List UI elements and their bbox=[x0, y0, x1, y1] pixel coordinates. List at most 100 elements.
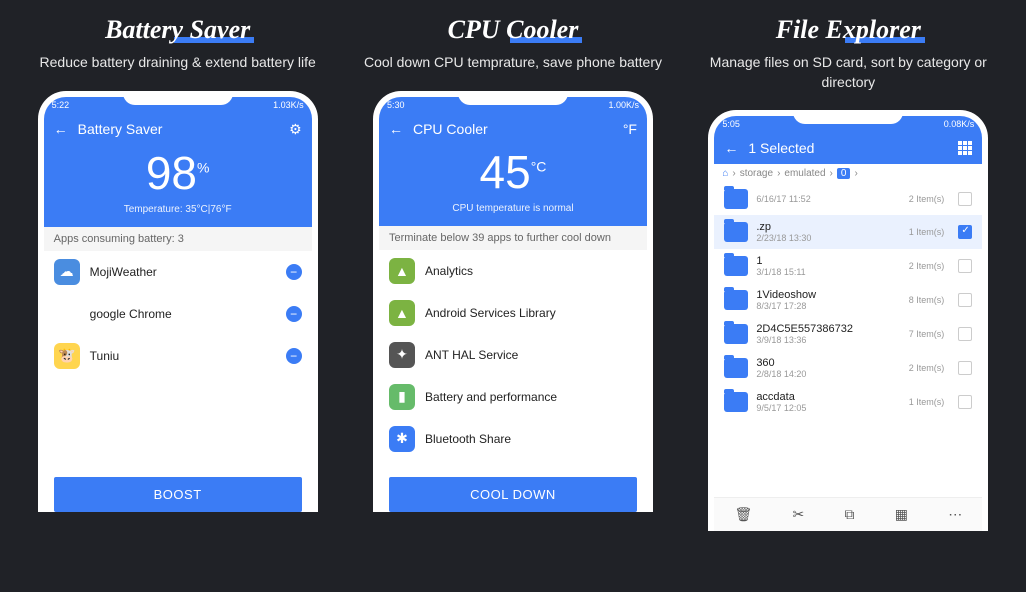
panel-title: CPU Cooler bbox=[448, 15, 579, 45]
app-name: google Chrome bbox=[90, 307, 276, 321]
app-icon: ✱ bbox=[389, 426, 415, 452]
file-row[interactable]: 2D4C5E5573867323/9/18 13:36 7 Item(s) bbox=[714, 317, 982, 351]
panel-subtitle: Reduce battery draining & extend battery… bbox=[18, 53, 338, 73]
file-row[interactable]: 6/16/17 11:522 Item(s) bbox=[714, 183, 982, 215]
unit-toggle[interactable]: °F bbox=[623, 121, 637, 137]
section-label: Apps consuming battery: 3 bbox=[44, 227, 312, 251]
crumb-sep: › bbox=[854, 168, 857, 179]
file-row[interactable]: 1Videoshow8/3/17 17:288 Item(s) bbox=[714, 283, 982, 317]
file-row[interactable]: 3602/8/18 14:202 Item(s) bbox=[714, 351, 982, 385]
crumb[interactable]: storage bbox=[740, 168, 773, 179]
home-icon[interactable]: ⌂ bbox=[722, 168, 728, 179]
file-name: 1 bbox=[756, 255, 900, 267]
file-meta: 13/1/18 15:11 bbox=[756, 255, 900, 277]
panel-title: File Explorer bbox=[776, 15, 921, 45]
checkbox[interactable] bbox=[958, 327, 972, 341]
app-list: ☁MojiWeather−◉google Chrome−🐮Tuniu− bbox=[44, 251, 312, 377]
app-row[interactable]: ✱ Bluetooth Share bbox=[379, 418, 647, 460]
checkbox[interactable] bbox=[958, 395, 972, 409]
file-date: 9/5/17 12:05 bbox=[756, 403, 900, 413]
app-row[interactable]: ▲Android Services Library bbox=[379, 292, 647, 334]
back-icon[interactable]: ← bbox=[389, 121, 403, 137]
screen-title: 1 Selected bbox=[748, 140, 948, 156]
hero: ← 1 Selected bbox=[714, 132, 982, 164]
folder-icon bbox=[724, 324, 748, 344]
boost-button[interactable]: BOOST bbox=[54, 477, 302, 512]
paste-icon[interactable]: ▦ bbox=[895, 506, 908, 523]
grid-view-icon[interactable] bbox=[958, 141, 972, 155]
app-name: ANT HAL Service bbox=[425, 348, 637, 362]
app-name: Battery and performance bbox=[425, 390, 637, 404]
app-row[interactable]: ▲Analytics bbox=[379, 250, 647, 292]
gear-icon[interactable]: ⚙ bbox=[289, 121, 302, 138]
panel-subtitle: Manage files on SD card, sort by categor… bbox=[688, 53, 1008, 92]
app-name: Bluetooth Share bbox=[425, 432, 637, 446]
battery-saver-panel: Battery Saver Reduce battery draining & … bbox=[18, 15, 338, 512]
file-date: 3/9/18 13:36 bbox=[756, 335, 900, 345]
file-name: .zp bbox=[756, 221, 900, 233]
app-icon: ▮ bbox=[389, 384, 415, 410]
file-row[interactable]: .zp2/23/18 13:30 1 Item(s) bbox=[714, 215, 982, 249]
crumb[interactable]: emulated bbox=[784, 168, 825, 179]
cpu-temp: 45°C bbox=[389, 145, 637, 199]
file-count: 1 Item(s) bbox=[909, 227, 945, 237]
crumb-sep: › bbox=[732, 168, 735, 179]
file-row[interactable]: 13/1/18 15:112 Item(s) bbox=[714, 249, 982, 283]
checkbox[interactable] bbox=[958, 293, 972, 307]
screen: 5:22 1.03K/s ← Battery Saver ⚙ 98% Tempe… bbox=[44, 97, 312, 512]
checkbox[interactable] bbox=[958, 361, 972, 375]
back-icon[interactable]: ← bbox=[54, 121, 68, 137]
phone-frame: 5:05 0.08K/s ← 1 Selected ⌂ › storage › … bbox=[708, 110, 988, 531]
file-count: 7 Item(s) bbox=[909, 329, 945, 339]
crumb-current[interactable]: 0 bbox=[837, 168, 851, 179]
checkbox[interactable] bbox=[958, 225, 972, 239]
bottom-toolbar: 🗑 ✂ ⧉ ▦ ⋯ bbox=[714, 497, 982, 531]
app-row[interactable]: ▮ Battery and performance bbox=[379, 376, 647, 418]
remove-icon[interactable]: − bbox=[286, 348, 302, 364]
breadcrumb[interactable]: ⌂ › storage › emulated › 0 › bbox=[714, 164, 982, 183]
more-icon[interactable]: ⋯ bbox=[948, 506, 962, 523]
checkbox[interactable] bbox=[958, 192, 972, 206]
status-time: 5:30 bbox=[387, 100, 405, 110]
folder-icon bbox=[724, 222, 748, 242]
app-name: Tuniu bbox=[90, 349, 276, 363]
file-meta: 6/16/17 11:52 bbox=[756, 194, 900, 204]
screen-title: CPU Cooler bbox=[413, 121, 613, 137]
file-date: 6/16/17 11:52 bbox=[756, 194, 900, 204]
app-icon: 🐮 bbox=[54, 343, 80, 369]
status-right: 0.08K/s bbox=[944, 119, 975, 129]
app-row[interactable]: ✦ANT HAL Service bbox=[379, 334, 647, 376]
folder-icon bbox=[724, 358, 748, 378]
file-count: 1 Item(s) bbox=[909, 397, 945, 407]
app-row[interactable]: ◉google Chrome− bbox=[44, 293, 312, 335]
copy-icon[interactable]: ⧉ bbox=[844, 506, 854, 523]
file-list: 6/16/17 11:522 Item(s) .zp2/23/18 13:30 1 … bbox=[714, 183, 982, 419]
notch bbox=[123, 91, 233, 105]
folder-icon bbox=[724, 392, 748, 412]
status-time: 5:22 bbox=[52, 100, 70, 110]
checkbox[interactable] bbox=[958, 259, 972, 273]
remove-icon[interactable]: − bbox=[286, 306, 302, 322]
battery-percent: 98% bbox=[54, 146, 302, 200]
app-row[interactable]: 🐮 Tuniu− bbox=[44, 335, 312, 377]
section-label: Terminate below 39 apps to further cool … bbox=[379, 226, 647, 250]
app-row[interactable]: ☁MojiWeather− bbox=[44, 251, 312, 293]
file-date: 2/23/18 13:30 bbox=[756, 233, 900, 243]
delete-icon[interactable]: 🗑 bbox=[734, 506, 752, 523]
file-date: 8/3/17 17:28 bbox=[756, 301, 900, 311]
phone-frame: 5:30 1.00K/s ← CPU Cooler °F 45°C CPU te… bbox=[373, 91, 653, 512]
screen-title: Battery Saver bbox=[78, 121, 279, 137]
remove-icon[interactable]: − bbox=[286, 264, 302, 280]
file-meta: 2D4C5E5573867323/9/18 13:36 bbox=[756, 323, 900, 345]
screen: 5:05 0.08K/s ← 1 Selected ⌂ › storage › … bbox=[714, 116, 982, 531]
cooldown-button[interactable]: COOL DOWN bbox=[389, 477, 637, 512]
file-row[interactable]: accdata9/5/17 12:051 Item(s) bbox=[714, 385, 982, 419]
notch bbox=[458, 91, 568, 105]
hero: ← Battery Saver ⚙ 98% Temperature: 35°C|… bbox=[44, 113, 312, 227]
hero: ← CPU Cooler °F 45°C CPU temperature is … bbox=[379, 113, 647, 226]
file-name: 360 bbox=[756, 357, 900, 369]
status-right: 1.03K/s bbox=[273, 100, 304, 110]
cut-icon[interactable]: ✂ bbox=[792, 506, 804, 523]
back-icon[interactable]: ← bbox=[724, 140, 738, 156]
temperature-label: Temperature: 35°C|76°F bbox=[54, 204, 302, 215]
